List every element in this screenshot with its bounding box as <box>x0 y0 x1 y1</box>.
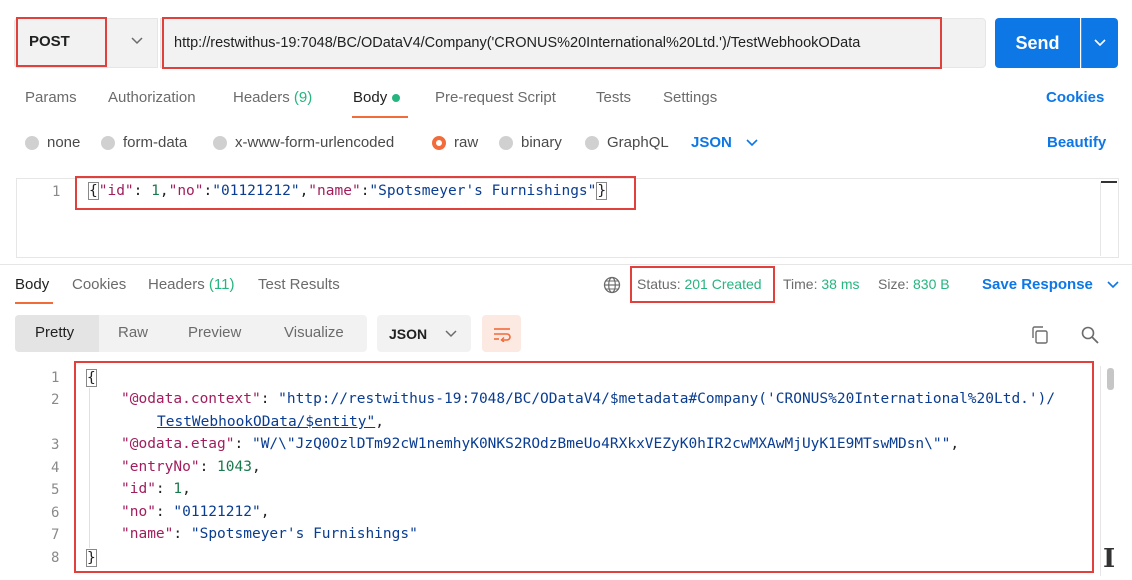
line-number: 8 <box>51 550 60 566</box>
chevron-down-icon <box>1107 281 1119 289</box>
line-number: 2 <box>51 392 60 408</box>
radio-raw[interactable]: raw <box>432 134 478 151</box>
tab-headers[interactable]: Headers (9) <box>233 89 312 106</box>
globe-icon[interactable] <box>603 276 621 294</box>
body-indicator-dot <box>392 94 401 103</box>
copy-icon[interactable] <box>1030 325 1050 345</box>
active-tab-underline <box>352 116 408 118</box>
response-code-line: { <box>86 369 97 387</box>
line-number: 6 <box>51 505 60 521</box>
tab-params[interactable]: Params <box>25 89 77 106</box>
time-text[interactable]: Time: 38 ms <box>783 276 860 292</box>
radio-graphql[interactable]: GraphQL <box>585 134 669 151</box>
wrap-lines-button[interactable] <box>482 315 521 352</box>
line-number: 3 <box>51 437 60 453</box>
tab-settings[interactable]: Settings <box>663 89 717 106</box>
send-button[interactable]: Send <box>995 18 1080 68</box>
response-code-line: "id": 1, <box>121 481 191 497</box>
status-text[interactable]: Status: 201 Created <box>637 276 762 292</box>
response-code-line: } <box>86 549 97 567</box>
response-code-line: "entryNo": 1043, <box>121 459 261 475</box>
search-icon[interactable] <box>1080 325 1100 345</box>
url-text: http://restwithus-19:7048/BC/ODataV4/Com… <box>174 35 861 51</box>
radio-icon <box>213 135 227 150</box>
response-scrollbar-thumb[interactable] <box>1107 368 1114 390</box>
request-body-code: {"id": 1,"no":"01121212","name":"Spotsme… <box>88 182 608 200</box>
line-number: 1 <box>52 184 61 200</box>
line-number: 1 <box>51 370 60 386</box>
text-cursor-icon: I <box>1103 544 1116 574</box>
response-code-line: "no": "01121212", <box>121 504 270 520</box>
tab-body[interactable]: Body <box>353 89 401 106</box>
indent-guide <box>89 388 90 548</box>
line-number: 5 <box>51 482 60 498</box>
response-code-line: TestWebhookOData/$entity", <box>157 414 384 430</box>
radio-icon <box>101 135 115 150</box>
line-number: 7 <box>51 527 60 543</box>
view-visualize-button[interactable]: Visualize <box>284 324 344 341</box>
tab-authorization[interactable]: Authorization <box>108 89 196 106</box>
response-code-line: "@odata.etag": "W/\"JzQ0OzlDTm92cW1nemhy… <box>121 436 960 452</box>
radio-icon <box>585 135 599 150</box>
radio-selected-icon <box>432 135 446 150</box>
chevron-down-icon <box>746 139 758 147</box>
request-scrollbar[interactable] <box>1100 182 1118 256</box>
send-options-chevron-icon[interactable] <box>1081 18 1118 68</box>
tab-tests[interactable]: Tests <box>596 89 631 106</box>
chevron-down-icon[interactable] <box>131 33 143 48</box>
response-tab-test-results[interactable]: Test Results <box>258 276 340 293</box>
pane-divider[interactable] <box>0 264 1132 265</box>
radio-form-data[interactable]: form-data <box>101 134 187 151</box>
body-format-select[interactable]: JSON <box>691 134 758 151</box>
line-number: 4 <box>51 460 60 476</box>
beautify-button[interactable]: Beautify <box>1047 134 1106 151</box>
radio-icon <box>499 135 513 150</box>
radio-x-www-form-urlencoded[interactable]: x-www-form-urlencoded <box>213 134 394 151</box>
response-format-select[interactable]: JSON <box>377 315 471 352</box>
view-preview-button[interactable]: Preview <box>188 324 241 341</box>
cookies-link[interactable]: Cookies <box>1046 89 1104 106</box>
method-label: POST <box>29 33 70 50</box>
view-pretty-button[interactable]: Pretty <box>35 324 74 341</box>
response-tab-cookies[interactable]: Cookies <box>72 276 126 293</box>
wrap-lines-icon <box>493 327 511 342</box>
radio-binary[interactable]: binary <box>499 134 562 151</box>
save-response-button[interactable]: Save Response <box>982 276 1119 293</box>
active-response-tab-underline <box>15 302 53 304</box>
tab-pre-request-script[interactable]: Pre-request Script <box>435 89 556 106</box>
scrollbar-cap <box>1101 181 1117 183</box>
response-tab-headers[interactable]: Headers (11) <box>148 276 234 293</box>
radio-none[interactable]: none <box>25 134 80 151</box>
size-text[interactable]: Size: 830 B <box>878 276 950 292</box>
response-code-line: "name": "Spotsmeyer's Furnishings" <box>121 526 418 542</box>
view-raw-button[interactable]: Raw <box>118 324 148 341</box>
response-tab-body[interactable]: Body <box>15 276 49 293</box>
radio-icon <box>25 135 39 150</box>
response-code-line: "@odata.context": "http://restwithus-19:… <box>121 391 1056 407</box>
chevron-down-icon <box>445 329 457 337</box>
